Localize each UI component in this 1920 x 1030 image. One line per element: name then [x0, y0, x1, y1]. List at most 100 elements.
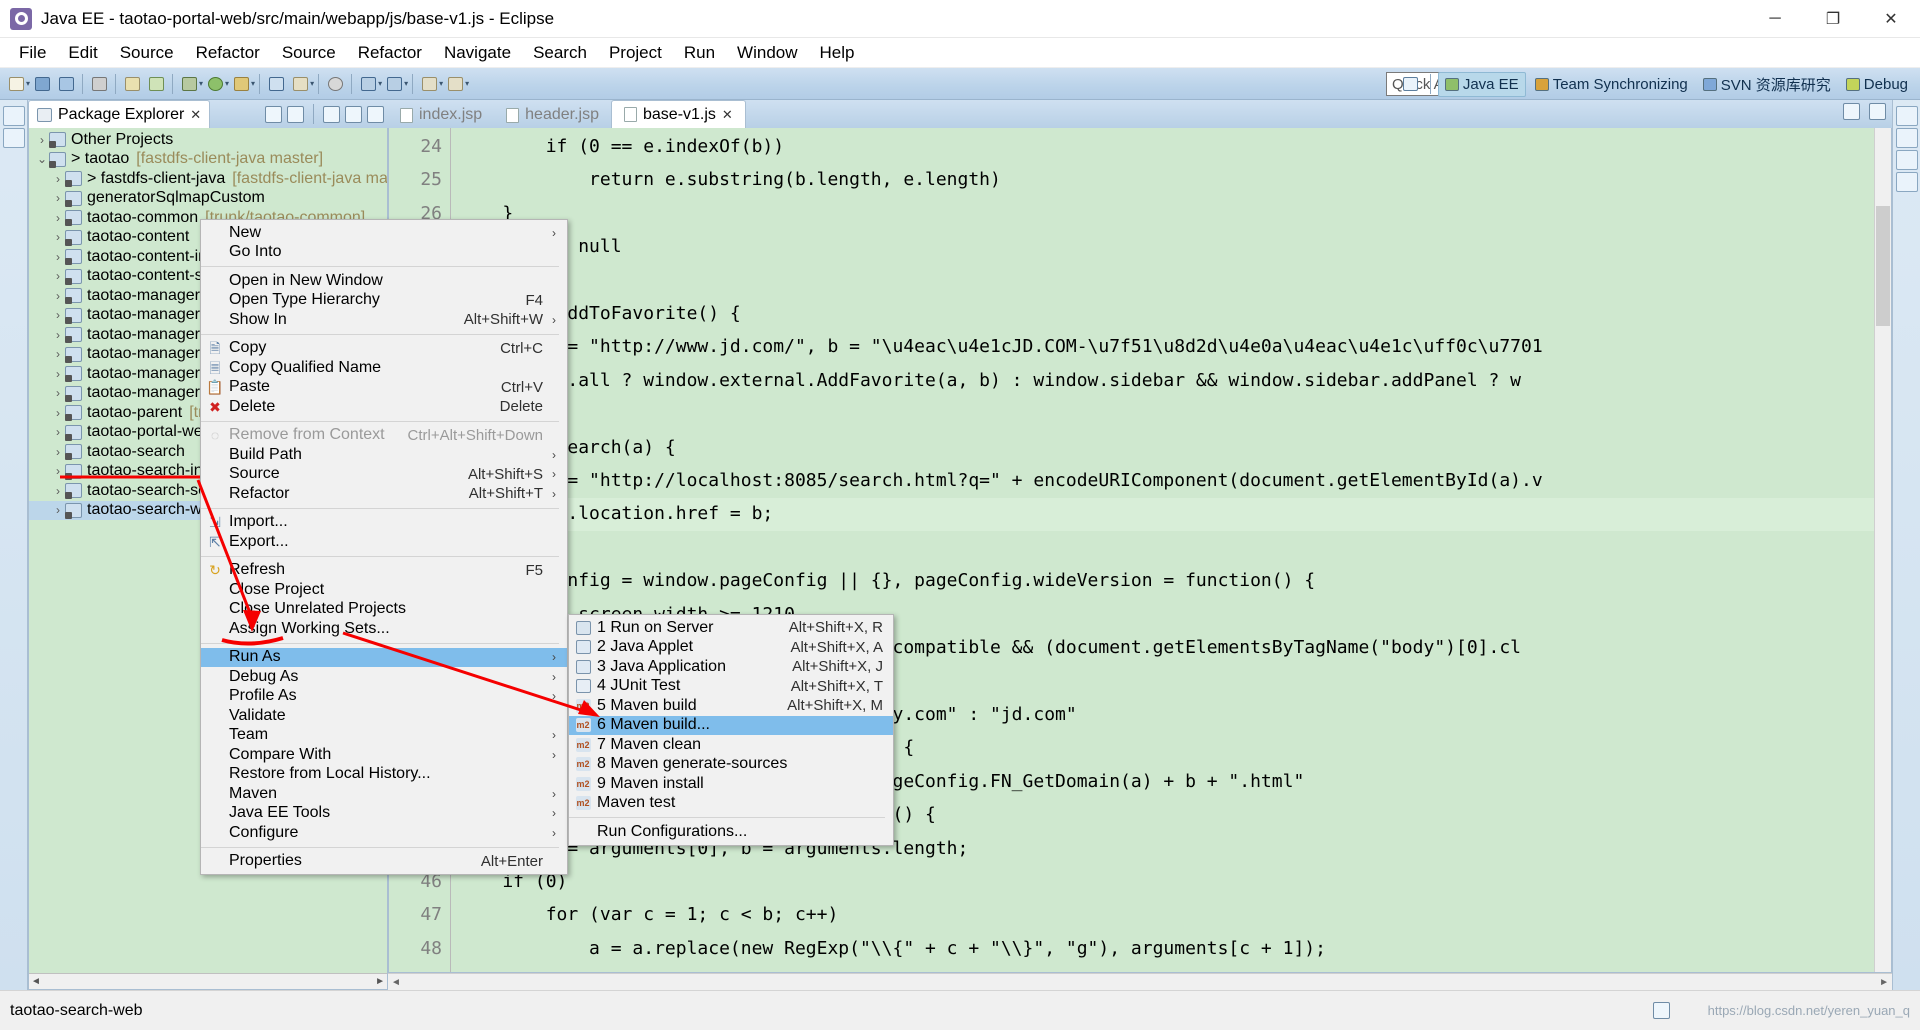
view-menu-icon[interactable]	[323, 105, 340, 123]
menu-item-open-type-hierarchy[interactable]: Open Type Hierarchy F4	[201, 291, 567, 311]
maximize-view-icon[interactable]	[367, 105, 384, 123]
scroll-left-arrow[interactable]: ◄	[31, 976, 41, 987]
build-icon[interactable]	[121, 73, 143, 95]
back-icon[interactable]	[357, 73, 379, 95]
menu-item-paste[interactable]: 📋 Paste Ctrl+V	[201, 378, 567, 398]
close-icon[interactable]: ✕	[722, 107, 733, 123]
submenu-item-run-configurations[interactable]: Run Configurations...	[569, 822, 893, 842]
menu-edit[interactable]: Edit	[57, 40, 108, 66]
submenu-item-maven-test[interactable]: m2 Maven test	[569, 794, 893, 814]
print-icon[interactable]	[88, 73, 110, 95]
menu-project[interactable]: Project	[598, 40, 673, 66]
chevron-right-icon[interactable]: ›	[51, 367, 65, 381]
perspective-java-ee[interactable]: Java EE	[1437, 71, 1526, 97]
scroll-left-arrow[interactable]: ◄	[391, 977, 401, 988]
chevron-right-icon[interactable]: ›	[51, 191, 65, 205]
debug-icon[interactable]	[178, 73, 200, 95]
save-icon[interactable]	[31, 73, 53, 95]
chevron-right-icon[interactable]: ›	[51, 172, 65, 186]
prev-annotation-icon[interactable]	[418, 73, 440, 95]
chevron-right-icon[interactable]: ›	[51, 386, 65, 400]
menu-item-maven[interactable]: Maven ›	[201, 784, 567, 804]
chevron-down-icon[interactable]: ▾	[225, 79, 229, 88]
code-editor[interactable]: 2425262728293031323334353637383940414243…	[388, 128, 1892, 973]
chevron-down-icon[interactable]: ▾	[404, 79, 408, 88]
submenu-item-1-run-on-server[interactable]: 1 Run on Server Alt+Shift+X, R	[569, 618, 893, 638]
chevron-down-icon[interactable]: ▾	[199, 79, 203, 88]
menu-item-new[interactable]: New ›	[201, 223, 567, 243]
link-with-editor-icon[interactable]	[287, 105, 304, 123]
restore-perspective-icon[interactable]	[2, 106, 25, 126]
tree-item[interactable]: ⌄ > taotao [fastdfs-client-java master]	[29, 150, 387, 170]
menu-item-assign-working-sets[interactable]: Assign Working Sets...	[201, 619, 567, 639]
chevron-right-icon[interactable]: ›	[51, 503, 65, 517]
menu-item-remove-from-context[interactable]: ◌ Remove from Context Ctrl+Alt+Shift+Down	[201, 426, 567, 446]
search-icon[interactable]	[324, 73, 346, 95]
menu-item-debug-as[interactable]: Debug As ›	[201, 667, 567, 687]
submenu-item-7-maven-clean[interactable]: m2 7 Maven clean	[569, 735, 893, 755]
menu-item-show-in[interactable]: Show In Alt+Shift+W ›	[201, 310, 567, 330]
chevron-right-icon[interactable]: ›	[51, 425, 65, 439]
menu-file[interactable]: File	[8, 40, 57, 66]
chevron-right-icon[interactable]: ›	[51, 269, 65, 283]
menu-item-copy[interactable]: 🗎 Copy Ctrl+C	[201, 339, 567, 359]
chevron-down-icon[interactable]: ⌄	[35, 152, 49, 166]
menu-window[interactable]: Window	[726, 40, 808, 66]
menu-item-restore-from-local-history[interactable]: Restore from Local History...	[201, 765, 567, 785]
validate-icon[interactable]	[145, 73, 167, 95]
menu-refactor[interactable]: Refactor	[347, 40, 433, 66]
menu-item-java-ee-tools[interactable]: Java EE Tools ›	[201, 804, 567, 824]
editor-horizontal-scrollbar[interactable]: ◄ ►	[388, 973, 1892, 990]
tab-package-explorer[interactable]: Package Explorer ✕	[28, 100, 211, 128]
chevron-down-icon[interactable]: ▾	[310, 79, 314, 88]
menu-item-configure[interactable]: Configure ›	[201, 823, 567, 843]
chevron-right-icon[interactable]: ›	[51, 484, 65, 498]
editor-tab-index-jsp[interactable]: index.jsp	[388, 102, 494, 128]
menu-source[interactable]: Source	[109, 40, 185, 66]
menu-item-refresh[interactable]: ↻ Refresh F5	[201, 561, 567, 581]
menu-item-close-project[interactable]: Close Project	[201, 580, 567, 600]
new-icon[interactable]	[5, 73, 27, 95]
menu-run[interactable]: Run	[673, 40, 726, 66]
menu-source[interactable]: Source	[271, 40, 347, 66]
menu-item-copy-qualified-name[interactable]: 🗏 Copy Qualified Name	[201, 358, 567, 378]
open-perspective-icon[interactable]	[1400, 73, 1422, 95]
properties-shortcut-icon[interactable]	[1895, 172, 1918, 192]
submenu-item-3-java-application[interactable]: 3 Java Application Alt+Shift+X, J	[569, 657, 893, 677]
scrollbar-thumb[interactable]	[1876, 206, 1890, 326]
menu-item-profile-as[interactable]: Profile As ›	[201, 687, 567, 707]
menu-item-run-as[interactable]: Run As ›	[201, 647, 567, 667]
chevron-right-icon[interactable]: ›	[51, 445, 65, 459]
run-external-tools-icon[interactable]	[230, 73, 252, 95]
scroll-right-arrow[interactable]: ►	[1879, 977, 1889, 988]
menu-item-refactor[interactable]: Refactor Alt+Shift+T ›	[201, 484, 567, 504]
chevron-right-icon[interactable]: ›	[51, 347, 65, 361]
maximize-button[interactable]: ❐	[1804, 0, 1862, 38]
outline-shortcut-icon[interactable]	[1895, 106, 1918, 126]
chevron-right-icon[interactable]: ›	[51, 464, 65, 478]
chevron-right-icon[interactable]: ›	[51, 308, 65, 322]
submenu-item-4-junit-test[interactable]: 4 JUnit Test Alt+Shift+X, T	[569, 677, 893, 697]
new-java-project-icon[interactable]	[265, 73, 287, 95]
editor-tab-header-jsp[interactable]: header.jsp	[494, 102, 611, 128]
chevron-right-icon[interactable]: ›	[51, 406, 65, 420]
submenu-item-6-maven-build[interactable]: m2 6 Maven build...	[569, 715, 893, 735]
minimize-button[interactable]: ─	[1746, 0, 1804, 38]
chevron-right-icon[interactable]: ›	[51, 211, 65, 225]
chevron-down-icon[interactable]: ▾	[465, 79, 469, 88]
run-as-submenu[interactable]: 1 Run on Server Alt+Shift+X, R2 Java Appl…	[568, 614, 894, 846]
minimize-editor-icon[interactable]	[1843, 103, 1860, 120]
close-icon[interactable]: ✕	[190, 107, 201, 123]
tree-item[interactable]: › > fastdfs-client-java [fastdfs-client-ja…	[29, 169, 387, 189]
servers-shortcut-icon[interactable]	[1895, 150, 1918, 170]
menu-item-team[interactable]: Team ›	[201, 726, 567, 746]
menu-search[interactable]: Search	[522, 40, 598, 66]
chevron-right-icon[interactable]: ›	[51, 328, 65, 342]
menu-refactor[interactable]: Refactor	[185, 40, 271, 66]
chevron-right-icon[interactable]: ›	[51, 230, 65, 244]
chevron-right-icon[interactable]: ›	[35, 133, 49, 147]
chevron-down-icon[interactable]: ▾	[26, 79, 30, 88]
menu-item-go-into[interactable]: Go Into	[201, 243, 567, 263]
run-icon[interactable]	[204, 73, 226, 95]
submenu-item-9-maven-install[interactable]: m2 9 Maven install	[569, 774, 893, 794]
